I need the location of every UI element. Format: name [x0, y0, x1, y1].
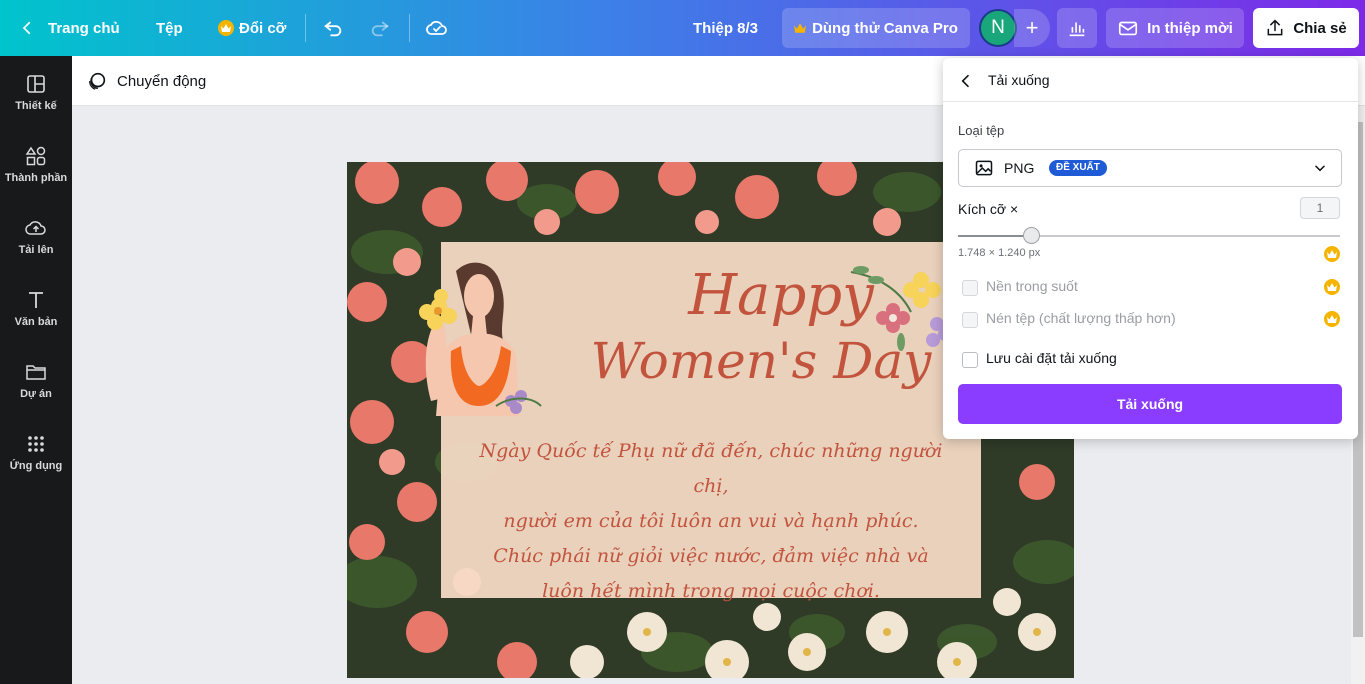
transparent-background-label: Nền trong suốt [986, 278, 1078, 294]
animate-label: Chuyển động [117, 72, 207, 90]
sidebar-item-label: Thành phần [4, 172, 68, 184]
save-settings-label: Lưu cài đặt tải xuống [986, 350, 1117, 366]
sidebar-item-apps[interactable]: Ứng dụng [0, 416, 72, 488]
sidebar-item-design[interactable]: Thiết kế [0, 56, 72, 128]
chevron-left-icon [961, 74, 969, 88]
sidebar-item-projects[interactable]: Dự án [0, 344, 72, 416]
download-panel-header: Tải xuống [943, 58, 1358, 102]
card-title-womens-day[interactable]: Women's Day [541, 336, 981, 386]
folder-icon [26, 365, 46, 380]
top-bar: Trang chủ Tệp Đổi cỡ Thiệp 8/3 Dùng thử … [0, 0, 1365, 56]
divider [305, 14, 306, 42]
cloud-check-icon [426, 20, 447, 35]
dimensions-text: 1.748 × 1.240 px [958, 247, 1041, 259]
home-button[interactable]: Trang chủ [18, 0, 120, 56]
file-type-value: PNG [1004, 160, 1035, 176]
invite-button[interactable]: + [1014, 9, 1050, 47]
share-button[interactable]: Chia sẻ [1253, 8, 1359, 48]
insights-button[interactable] [1057, 8, 1097, 48]
wish-line: người em của tôi luôn an vui và hạnh phú… [503, 510, 919, 532]
image-icon [975, 160, 993, 176]
sidebar-item-elements[interactable]: Thành phần [0, 128, 72, 200]
size-slider-fill [958, 235, 1031, 237]
resize-label: Đổi cỡ [239, 19, 287, 37]
compress-file-label: Nén tệp (chất lượng thấp hơn) [986, 310, 1176, 326]
chevron-down-icon [1315, 165, 1325, 172]
sidebar-item-label: Tải lên [18, 244, 54, 256]
document-title-text: Thiệp 8/3 [693, 19, 759, 37]
divider [409, 14, 410, 42]
layout-icon [27, 75, 45, 93]
panel-title: Tải xuống [988, 72, 1050, 88]
mail-box-icon [1119, 21, 1138, 36]
upload-cloud-icon [25, 221, 46, 235]
redo-button[interactable] [369, 0, 391, 56]
crown-icon [1324, 311, 1340, 327]
back-button[interactable] [955, 70, 977, 92]
save-settings-checkbox[interactable] [962, 352, 978, 368]
shapes-icon [25, 146, 46, 166]
card-title-happy[interactable]: Happy [601, 268, 961, 324]
sidebar-item-label: Ứng dụng [9, 460, 63, 472]
sidebar-item-label: Dự án [20, 388, 52, 400]
print-label: In thiệp mời [1147, 19, 1233, 37]
download-button[interactable]: Tải xuống [958, 384, 1342, 424]
try-pro-label: Dùng thử Canva Pro [812, 19, 958, 37]
cloud-save-status[interactable] [425, 0, 449, 56]
sidebar-item-text[interactable]: Văn bản [0, 272, 72, 344]
undo-icon [324, 21, 342, 37]
download-button-label: Tải xuống [1116, 396, 1184, 412]
crown-icon [1324, 246, 1340, 262]
wish-line: luôn hết mình trong mọi cuộc chơi. [542, 580, 880, 602]
wish-line: Chúc phái nữ giỏi việc nước, đảm việc nh… [493, 545, 929, 567]
home-label: Trang chủ [48, 19, 120, 37]
print-invitations-button[interactable]: In thiệp mời [1106, 8, 1244, 48]
greeting-card-panel[interactable]: Happy Women's Day Ngày Quốc tế Phụ nữ đã… [419, 242, 981, 602]
sidebar-item-label: Văn bản [14, 316, 58, 328]
compress-file-checkbox[interactable] [962, 312, 978, 328]
avatar[interactable]: N [979, 9, 1017, 47]
size-label: Kích cỡ × [958, 201, 1019, 217]
download-panel: Tải xuống Loại tệp PNG ĐỀ XUẤT Kích cỡ ×… [943, 58, 1358, 439]
crown-icon [218, 20, 234, 36]
file-type-select[interactable]: PNG ĐỀ XUẤT [958, 149, 1342, 187]
size-slider[interactable] [958, 227, 1340, 244]
resize-button[interactable]: Đổi cỡ [218, 0, 286, 56]
upload-share-icon [1267, 19, 1283, 36]
redo-icon [371, 21, 389, 37]
crown-icon [794, 23, 807, 33]
undo-button[interactable] [322, 0, 344, 56]
apps-grid-icon [28, 436, 44, 452]
left-sidebar: Thiết kế Thành phần Tải lên Văn bản Dự á… [0, 56, 72, 684]
size-input[interactable]: 1 [1300, 197, 1340, 219]
plus-icon: + [1025, 15, 1039, 40]
size-slider-handle[interactable] [1022, 227, 1040, 244]
transparent-background-checkbox[interactable] [962, 280, 978, 296]
file-label: Tệp [156, 19, 183, 37]
chevron-left-icon [22, 21, 31, 35]
file-type-label: Loại tệp [958, 123, 1005, 138]
text-icon [29, 292, 43, 308]
animate-icon [89, 72, 106, 90]
file-menu-button[interactable]: Tệp [156, 0, 183, 56]
bar-chart-icon [1069, 22, 1085, 37]
share-label: Chia sẻ [1293, 19, 1347, 37]
card-wish-text[interactable]: Ngày Quốc tế Phụ nữ đã đến, chúc những n… [461, 434, 961, 609]
avatar-initial: N [991, 17, 1005, 38]
sidebar-item-label: Thiết kế [15, 100, 57, 112]
recommended-badge: ĐỀ XUẤT [1049, 160, 1107, 176]
try-canva-pro-button[interactable]: Dùng thử Canva Pro [782, 8, 970, 48]
wish-line: Ngày Quốc tế Phụ nữ đã đến, chúc những n… [479, 440, 943, 497]
document-title[interactable]: Thiệp 8/3 [693, 0, 758, 56]
crown-icon [1324, 279, 1340, 295]
sidebar-item-uploads[interactable]: Tải lên [0, 200, 72, 272]
animate-button[interactable]: Chuyển động [86, 56, 206, 106]
